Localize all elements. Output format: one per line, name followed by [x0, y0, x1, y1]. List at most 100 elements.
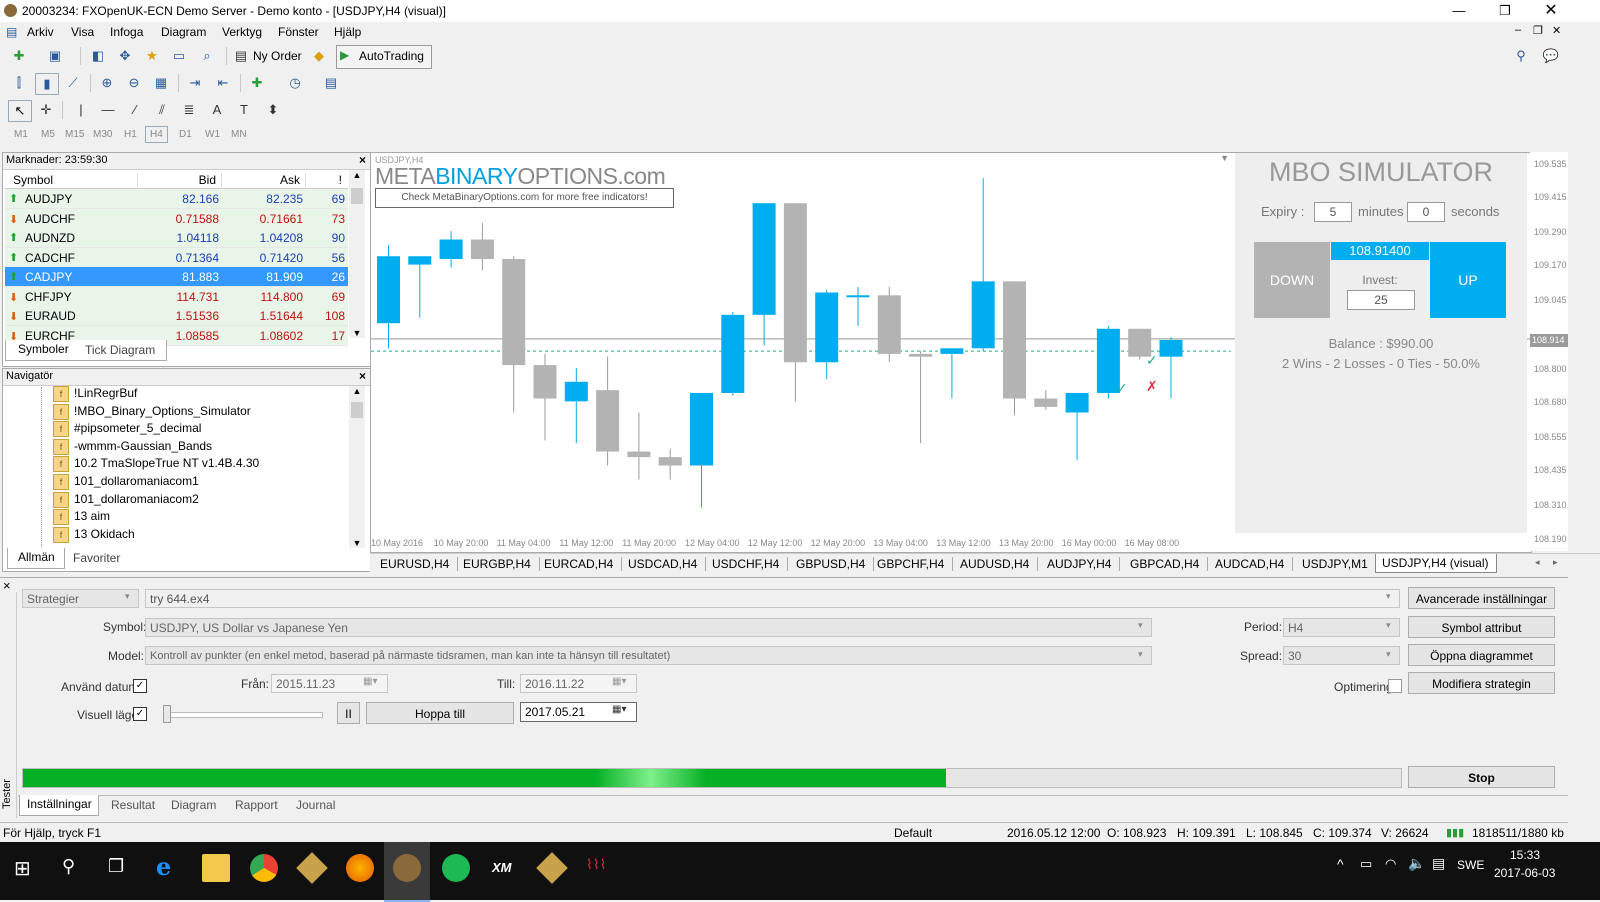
tab-settings[interactable]: Inställningar: [19, 795, 99, 816]
chat-icon[interactable]: 💬: [1540, 46, 1562, 66]
new-order-icon[interactable]: ▤: [230, 46, 252, 66]
new-order-button[interactable]: Ny Order: [253, 49, 302, 63]
fibonacci-icon[interactable]: ≣: [178, 100, 200, 120]
doc-menu-icon[interactable]: ▤: [6, 25, 17, 39]
tile-windows-icon[interactable]: ▦: [150, 73, 172, 93]
chart-tab[interactable]: EURGBP,H4: [463, 557, 540, 571]
chart-tab[interactable]: AUDJPY,H4: [1047, 557, 1121, 571]
market-row[interactable]: ⬆ AUDCHF 0.71588 0.71661 73: [5, 208, 348, 229]
close-icon[interactable]: ×: [359, 153, 366, 167]
tf-mn[interactable]: MN: [231, 129, 247, 140]
autoscroll-icon[interactable]: ⇥: [184, 73, 206, 93]
search-icon[interactable]: ⚲: [1510, 46, 1532, 66]
tf-h1[interactable]: H1: [124, 129, 137, 140]
tf-m30[interactable]: M30: [93, 129, 112, 140]
volume-icon[interactable]: 🔈: [1408, 855, 1425, 872]
clock-time[interactable]: 15:33: [1510, 848, 1540, 862]
period-select[interactable]: H4: [1283, 618, 1400, 637]
logo-link-button[interactable]: Check MetaBinaryOptions.com for more fre…: [375, 188, 674, 208]
horizontal-line-icon[interactable]: —: [97, 100, 119, 120]
tf-h4[interactable]: H4: [145, 126, 168, 143]
metatrader2-icon[interactable]: [536, 852, 568, 884]
minimize-button[interactable]: —: [1436, 0, 1482, 22]
spotify-icon[interactable]: [442, 854, 470, 882]
vertical-line-icon[interactable]: |: [70, 100, 92, 120]
zoom-in-icon[interactable]: ⊕: [96, 73, 118, 93]
tab-scroll-right-icon[interactable]: ▸: [1553, 557, 1558, 568]
wifi-icon[interactable]: ◠: [1385, 856, 1396, 872]
trendline-icon[interactable]: ∕: [124, 100, 146, 120]
autotrading-button[interactable]: ▶ AutoTrading: [336, 45, 432, 69]
speed-slider-handle[interactable]: [163, 705, 171, 723]
menu-window[interactable]: Fönster: [278, 25, 319, 39]
chart-tab[interactable]: EURUSD,H4: [380, 557, 459, 571]
market-row[interactable]: ⬆ AUDJPY 82.166 82.235 69: [5, 189, 348, 209]
menu-tools[interactable]: Verktyg: [222, 25, 262, 39]
xm-icon[interactable]: XM: [492, 860, 512, 875]
skip-to-button[interactable]: Hoppa till: [366, 702, 514, 724]
child-restore-button[interactable]: ❐: [1533, 24, 1543, 37]
expert-select[interactable]: try 644.ex4: [145, 589, 1400, 608]
channel-icon[interactable]: ⫽: [151, 100, 173, 120]
chart-tab-active[interactable]: USDJPY,H4 (visual): [1375, 554, 1498, 573]
text-label-icon[interactable]: T: [233, 100, 255, 120]
chart-tab[interactable]: AUDCAD,H4: [1215, 557, 1294, 571]
tf-m15[interactable]: M15: [65, 129, 84, 140]
menu-view[interactable]: Visa: [71, 25, 94, 39]
calendar-icon[interactable]: ▦▾: [612, 704, 626, 715]
data-window-icon[interactable]: ✥: [114, 46, 136, 66]
new-chart-icon[interactable]: ✚: [8, 46, 30, 66]
advanced-settings-button[interactable]: Avancerade inställningar: [1408, 587, 1555, 609]
text-icon[interactable]: A: [206, 100, 228, 120]
tab-journal[interactable]: Journal: [296, 798, 335, 812]
menu-file[interactable]: Arkiv: [27, 25, 54, 39]
cursor-icon[interactable]: ↖: [8, 100, 32, 122]
pause-button[interactable]: II: [337, 702, 360, 724]
navigator-scrollbar[interactable]: ▲ ▼: [349, 386, 365, 548]
col-bid[interactable]: Bid: [137, 173, 216, 187]
tab-report[interactable]: Rapport: [235, 798, 278, 812]
chart-shift-icon[interactable]: ⇤: [212, 73, 234, 93]
chart-tab[interactable]: EURCAD,H4: [544, 557, 623, 571]
symbol-properties-button[interactable]: Symbol attribut: [1408, 616, 1555, 638]
tab-tick-chart[interactable]: Tick Diagram: [85, 343, 155, 357]
line-chart-icon[interactable]: ⟋: [62, 73, 84, 93]
zoom-out-icon[interactable]: ⊖: [123, 73, 145, 93]
chart-tab[interactable]: USDCAD,H4: [628, 557, 707, 571]
search-icon[interactable]: ⚲: [62, 856, 75, 877]
chart-tab[interactable]: USDCHF,H4: [712, 557, 789, 571]
optimization-checkbox[interactable]: [1388, 679, 1402, 693]
open-chart-button[interactable]: Öppna diagrammet: [1408, 644, 1555, 666]
tester-icon[interactable]: ⌕: [196, 46, 218, 66]
crosshair-icon[interactable]: ✛: [35, 100, 57, 120]
edge-icon[interactable]: e: [156, 852, 171, 881]
market-row[interactable]: ⬆ EURAUD 1.51536 1.51644 108: [5, 306, 348, 326]
profiles-icon[interactable]: ▣: [44, 46, 66, 66]
chart-tab[interactable]: GBPCHF,H4: [877, 557, 954, 571]
chart-tab[interactable]: GBPCAD,H4: [1130, 557, 1209, 571]
menu-insert[interactable]: Infoga: [110, 25, 143, 39]
market-watch-icon[interactable]: ◧: [87, 46, 109, 66]
windows-start-icon[interactable]: ⊞: [14, 856, 31, 881]
tab-favorites[interactable]: Favoriter: [73, 551, 120, 565]
market-scrollbar[interactable]: ▲ ▼: [349, 170, 365, 338]
tab-general[interactable]: Allmän: [7, 548, 65, 569]
market-row[interactable]: ⬆ CADCHF 0.71364 0.71420 56: [5, 247, 348, 268]
menu-chart[interactable]: Diagram: [161, 25, 206, 39]
child-minimize-button[interactable]: –: [1515, 24, 1521, 36]
chevron-up-icon[interactable]: ^: [1337, 856, 1344, 872]
col-spread[interactable]: !: [305, 173, 342, 187]
modify-strategy-button[interactable]: Modifiera strategin: [1408, 672, 1555, 694]
active-app-tile[interactable]: [384, 842, 430, 902]
notification-icon[interactable]: ▤: [1432, 855, 1445, 872]
tf-w1[interactable]: W1: [205, 129, 220, 140]
expiry-minutes-input[interactable]: 5: [1314, 202, 1352, 222]
firefox-icon[interactable]: [346, 854, 374, 882]
tf-m5[interactable]: M5: [41, 129, 55, 140]
restore-button[interactable]: ❐: [1482, 0, 1528, 22]
model-select[interactable]: Kontroll av punkter (en enkel metod, bas…: [145, 646, 1152, 665]
tab-graph[interactable]: Diagram: [171, 798, 216, 812]
close-icon[interactable]: ×: [3, 578, 11, 593]
symbol-select[interactable]: USDJPY, US Dollar vs Japanese Yen: [145, 618, 1152, 637]
arrows-icon[interactable]: ⬍: [262, 100, 284, 120]
